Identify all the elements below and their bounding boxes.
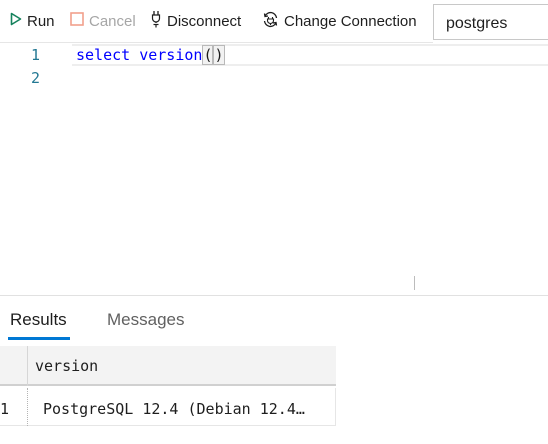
- toolbar-divider: [0, 42, 433, 43]
- change-connection-button[interactable]: Change Connection: [262, 10, 417, 32]
- run-button[interactable]: Run: [10, 10, 55, 32]
- text-cursor-icon: [414, 276, 415, 290]
- line-number: 2: [30, 69, 40, 87]
- table-row: 1 PostgreSQL 12.4 (Debian 12.4…: [0, 388, 336, 426]
- bracket-match: ): [213, 45, 225, 65]
- run-label: Run: [27, 12, 55, 30]
- active-tab-indicator: [8, 337, 70, 340]
- tab-messages[interactable]: Messages: [107, 310, 184, 330]
- cancel-label: Cancel: [89, 12, 136, 30]
- sql-function: version: [139, 46, 203, 64]
- cancel-button[interactable]: Cancel: [70, 10, 136, 32]
- disconnect-label: Disconnect: [167, 12, 242, 30]
- change-connection-icon: [262, 11, 279, 32]
- bracket-match: (: [202, 45, 214, 65]
- plug-disconnect-icon: [150, 10, 162, 32]
- results-tabs: Results Messages: [0, 296, 548, 340]
- tab-results[interactable]: Results: [10, 310, 67, 330]
- play-icon: [10, 12, 22, 30]
- query-toolbar: Run Cancel Disconnect Change Connection …: [0, 0, 548, 44]
- grid-header: version: [0, 346, 336, 386]
- query-editor[interactable]: 1 2 select version(): [0, 44, 548, 294]
- column-header[interactable]: version: [35, 357, 98, 375]
- change-connection-label: Change Connection: [284, 12, 417, 30]
- sql-keyword: select: [76, 46, 131, 64]
- disconnect-button[interactable]: Disconnect: [150, 10, 241, 32]
- table-cell[interactable]: PostgreSQL 12.4 (Debian 12.4…: [43, 400, 325, 418]
- code-line: select version(): [76, 44, 225, 66]
- row-number: 1: [0, 388, 28, 426]
- row-number-header: [0, 346, 28, 386]
- database-selector[interactable]: postgres: [433, 4, 548, 40]
- line-number: 1: [30, 46, 40, 64]
- stop-icon: [70, 12, 84, 30]
